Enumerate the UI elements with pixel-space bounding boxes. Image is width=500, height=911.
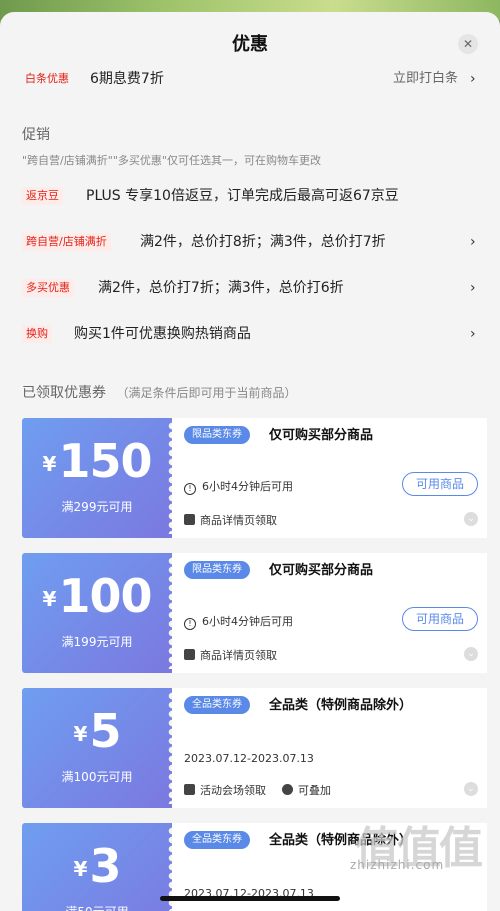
promo-tag: 跨自营/店铺满折 <box>22 233 111 251</box>
coupon-time: 6小时4分钟后可用 <box>202 615 293 628</box>
promo-text: PLUS 专享10倍返豆，订单完成后最高可返67京豆 <box>86 188 399 204</box>
clock-icon: ! <box>184 618 196 630</box>
source-icon <box>184 514 195 525</box>
coupons-heading-text: 已领取优惠券 <box>22 385 106 401</box>
coupon-currency: ¥ <box>73 857 88 881</box>
coupon-desc: 仅可购买部分商品 <box>269 563 374 578</box>
coupon-condition: 满50元可用 <box>22 903 172 911</box>
promo-item-duomai[interactable]: 多买优惠 满2件，总价打7折；满3件，总价打6折 › <box>0 277 500 301</box>
coupon-condition: 满299元可用 <box>61 500 133 514</box>
coupon-source: 商品详情页领取 <box>200 649 277 662</box>
coupon-card[interactable]: ¥5 满100元可用 全品类东券 全品类（特例商品除外） 2023.07.12-… <box>22 688 487 808</box>
stack-icon <box>282 784 293 795</box>
coupon-type-badge: 限品类东券 <box>184 561 250 579</box>
coupons-heading: 已领取优惠券 （满足条件后即可用于当前商品） <box>22 382 296 402</box>
coupon-value-panel: ¥100 满199元可用 <box>22 553 176 673</box>
coupon-currency: ¥ <box>42 587 57 611</box>
baitiao-link[interactable]: 立即打白条 <box>393 68 458 90</box>
coupon-currency: ¥ <box>73 722 88 746</box>
clock-icon: ! <box>184 483 196 495</box>
chevron-right-icon: › <box>470 71 476 87</box>
coupon-desc: 全品类（特例商品除外） <box>269 698 413 713</box>
promo-tag: 多买优惠 <box>22 279 74 297</box>
close-icon[interactable]: ✕ <box>458 34 478 54</box>
coupon-detail: 全品类东券 全品类（特例商品除外） 2023.07.12-2023.07.13 … <box>172 688 487 808</box>
promo-text: 购买1件可优惠换购热销商品 <box>74 326 251 342</box>
coupon-stack: 可叠加 <box>298 784 331 797</box>
coupon-type-badge: 限品类东券 <box>184 426 250 444</box>
promo-item-jingdou: 返京豆 PLUS 专享10倍返豆，订单完成后最高可返67京豆 <box>0 185 500 209</box>
promo-note: "跨自营/店铺满折""多买优惠"仅可任选其一，可在购物车更改 <box>22 154 321 167</box>
available-items-button[interactable]: 可用商品 <box>402 607 478 631</box>
available-items-button[interactable]: 可用商品 <box>402 472 478 496</box>
baitiao-text: 6期息费7折 <box>90 71 164 87</box>
baitiao-tag: 白条优惠 <box>25 72 69 85</box>
coupons-note: （满足条件后即可用于当前商品） <box>116 386 297 400</box>
chevron-right-icon: › <box>470 326 476 342</box>
coupon-value-panel: ¥150 满299元可用 <box>22 418 176 538</box>
home-indicator[interactable] <box>160 896 340 901</box>
coupon-source: 商品详情页领取 <box>200 514 277 527</box>
coupon-amount: 100 <box>58 569 152 623</box>
coupon-type-badge: 全品类东券 <box>184 831 250 849</box>
promo-item-huangou[interactable]: 换购 购买1件可优惠换购热销商品 › <box>0 323 500 347</box>
chevron-down-icon[interactable]: ⌄ <box>464 647 478 661</box>
coupon-condition: 满100元可用 <box>61 770 133 784</box>
coupon-date: 2023.07.12-2023.07.13 <box>184 752 314 765</box>
chevron-right-icon: › <box>470 234 476 250</box>
coupon-value-panel: ¥5 满100元可用 <box>22 688 176 808</box>
baitiao-row[interactable]: 白条优惠 6期息费7折 立即打白条 › <box>0 68 500 92</box>
chevron-down-icon[interactable]: ⌄ <box>464 782 478 796</box>
chevron-right-icon: › <box>470 280 476 296</box>
coupon-time: 6小时4分钟后可用 <box>202 480 293 493</box>
coupon-amount: 150 <box>58 434 152 488</box>
promotions-sheet: 优惠 ✕ 白条优惠 6期息费7折 立即打白条 › 促销 "跨自营/店铺满折""多… <box>0 12 500 911</box>
promo-heading: 促销 <box>22 127 50 143</box>
coupon-card[interactable]: ¥150 满299元可用 限品类东券 仅可购买部分商品 ! 6小时4分钟后可用 可… <box>22 418 487 538</box>
coupon-amount: 5 <box>89 704 121 758</box>
coupon-currency: ¥ <box>42 452 57 476</box>
coupon-card[interactable]: ¥100 满199元可用 限品类东券 仅可购买部分商品 ! 6小时4分钟后可用 可… <box>22 553 487 673</box>
coupon-amount: 3 <box>89 839 121 893</box>
promo-tag: 返京豆 <box>22 187 63 205</box>
promo-item-manzhe[interactable]: 跨自营/店铺满折 满2件，总价打8折；满3件，总价打7折 › <box>0 231 500 255</box>
promo-text: 满2件，总价打7折；满3件，总价打6折 <box>98 280 344 296</box>
sheet-title: 优惠 <box>232 34 268 55</box>
chevron-down-icon[interactable]: ⌄ <box>464 512 478 526</box>
promo-tag: 换购 <box>22 325 52 343</box>
source-icon <box>184 649 195 660</box>
coupon-desc: 仅可购买部分商品 <box>269 428 374 443</box>
coupon-value-panel: ¥3 满50元可用 <box>22 823 176 911</box>
coupon-type-badge: 全品类东券 <box>184 696 250 714</box>
source-icon <box>184 784 195 795</box>
promo-text: 满2件，总价打8折；满3件，总价打7折 <box>140 234 386 250</box>
coupon-condition: 满199元可用 <box>61 635 133 649</box>
watermark-url: zhizhizhi.com <box>350 858 445 872</box>
coupon-detail: 限品类东券 仅可购买部分商品 ! 6小时4分钟后可用 可用商品 商品详情页领取 ⌄ <box>172 553 487 673</box>
coupon-detail: 限品类东券 仅可购买部分商品 ! 6小时4分钟后可用 可用商品 商品详情页领取 ⌄ <box>172 418 487 538</box>
coupon-source: 活动会场领取 <box>200 784 266 797</box>
